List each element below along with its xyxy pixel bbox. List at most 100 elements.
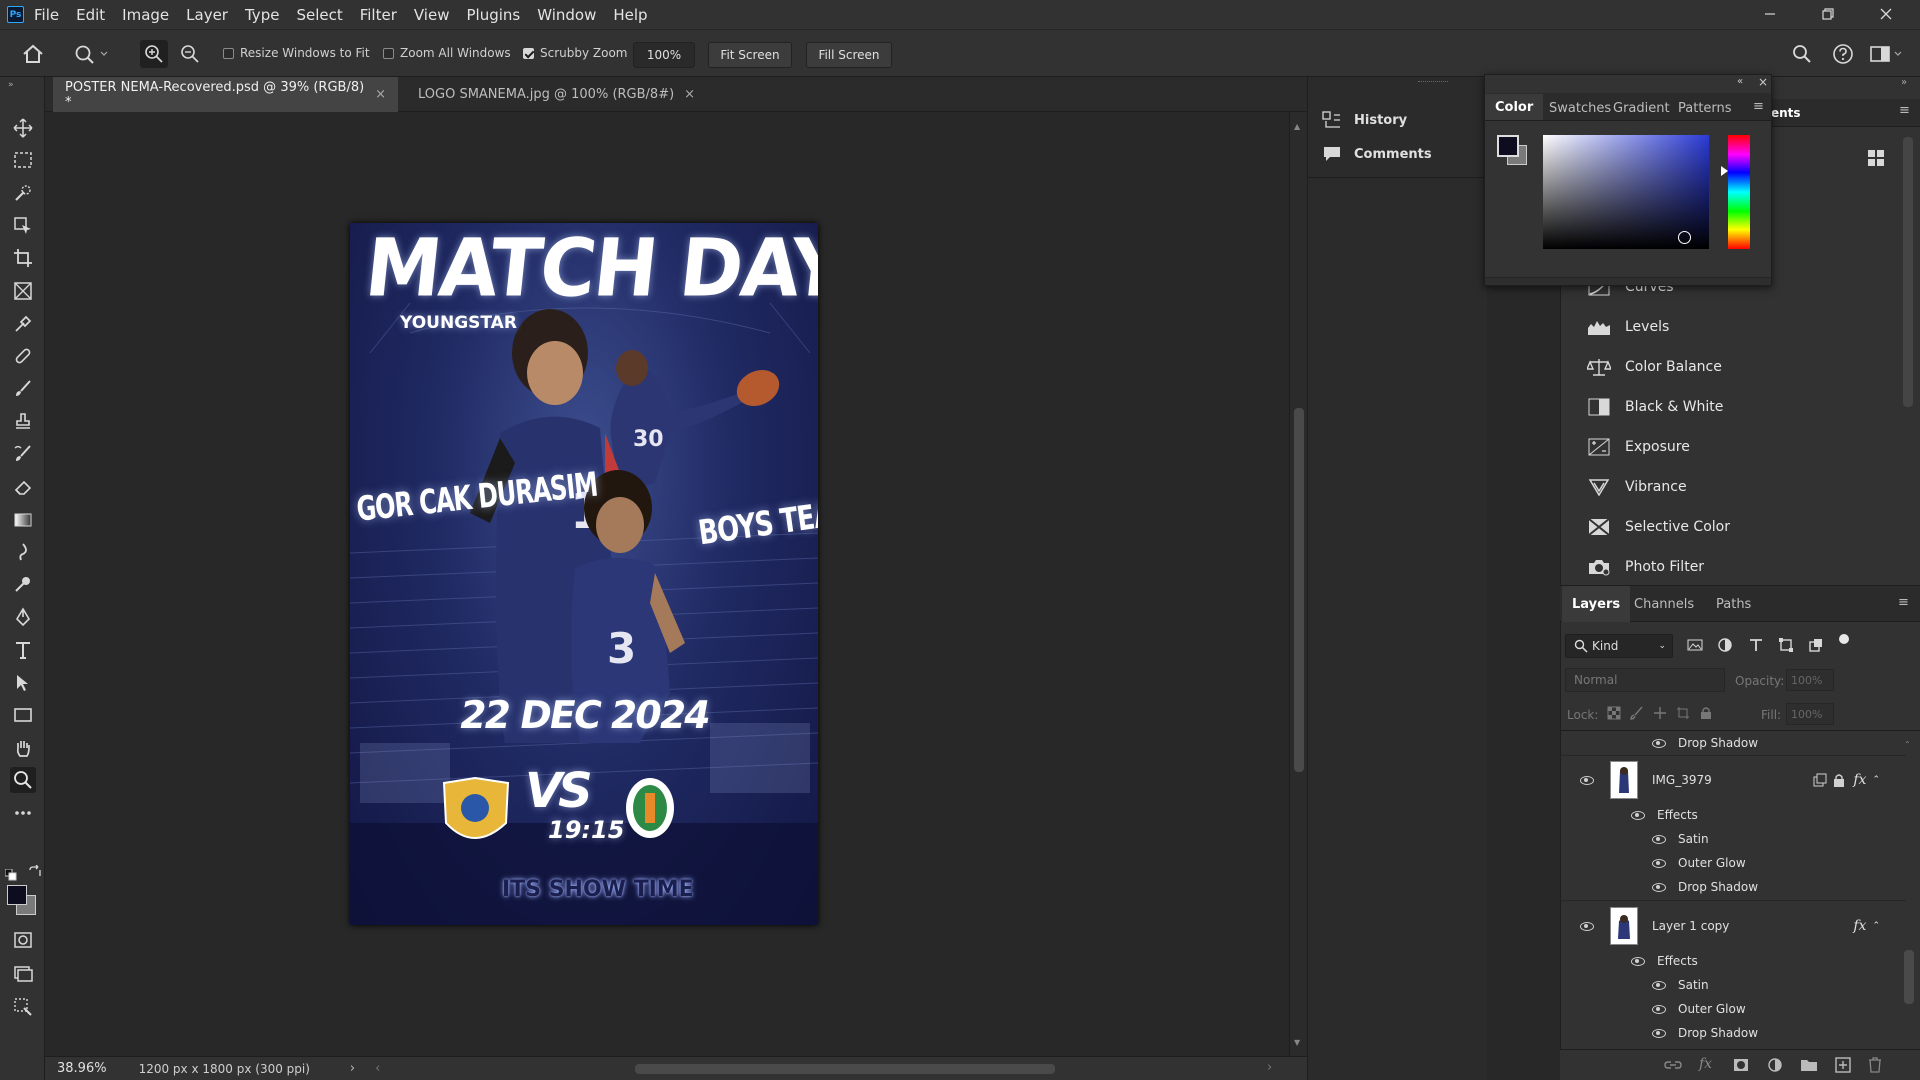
object-selection-tool[interactable] (10, 213, 36, 239)
color-field[interactable] (1543, 135, 1709, 249)
effects-header-row[interactable]: Effects (1562, 805, 1898, 825)
eye-icon[interactable] (1631, 810, 1645, 820)
default-colors-icon[interactable] (4, 866, 17, 885)
status-expand-icon[interactable]: › (350, 1061, 355, 1076)
eraser-tool[interactable] (10, 474, 36, 500)
lock-all-icon[interactable] (1699, 706, 1713, 720)
history-brush-tool[interactable] (10, 441, 36, 467)
hand-tool[interactable] (10, 735, 36, 761)
filter-smart-object-icon[interactable] (1808, 637, 1824, 657)
adjustment-exposure[interactable]: Exposure (1587, 437, 1690, 457)
menu-select[interactable]: Select (296, 6, 342, 24)
drag-handle[interactable] (1418, 81, 1448, 84)
blur-tool[interactable] (10, 539, 36, 565)
adjustment-vibrance[interactable]: Vibrance (1587, 477, 1687, 497)
scroll-up-icon[interactable]: ⌃ (1904, 740, 1911, 749)
screen-mode-button[interactable] (10, 960, 36, 986)
new-adjustment-icon[interactable] (1767, 1057, 1783, 1073)
new-layer-icon[interactable] (1835, 1057, 1851, 1073)
zoom-level[interactable]: 38.96% (57, 1061, 107, 1076)
layer-row-img-3979[interactable]: IMG_3979 fx ⌃ (1562, 758, 1898, 802)
adjustment-photo-filter[interactable]: Photo Filter (1587, 557, 1704, 577)
eye-icon[interactable] (1652, 1004, 1666, 1014)
eye-icon[interactable] (1652, 834, 1666, 844)
zoom-out-button[interactable] (180, 44, 200, 68)
panel-menu-icon[interactable]: ≡ (1899, 103, 1910, 118)
zoom-value-field[interactable]: 100% (633, 42, 695, 68)
tab-paths[interactable]: Paths (1706, 586, 1761, 622)
clone-stamp-tool[interactable] (10, 409, 36, 435)
lock-position-icon[interactable] (1653, 706, 1667, 720)
layers-scroll-thumb[interactable] (1904, 950, 1914, 1004)
layers-scrollbar[interactable]: ⌃ (1904, 740, 1914, 1040)
minimize-button[interactable] (1750, 3, 1790, 25)
eye-icon[interactable] (1580, 921, 1594, 931)
comments-panel-button[interactable]: Comments (1322, 145, 1432, 163)
home-button[interactable] (22, 44, 44, 68)
tab-color[interactable]: Color (1485, 94, 1544, 120)
close-panel-icon[interactable]: × (1758, 75, 1768, 89)
adjustment-levels[interactable]: Levels (1587, 317, 1669, 337)
eye-icon[interactable] (1652, 980, 1666, 990)
layer-kind-filter[interactable]: Kind ⌄ (1565, 634, 1673, 658)
menu-view[interactable]: View (414, 6, 450, 24)
scroll-down-icon[interactable]: ▼ (1294, 1038, 1300, 1047)
fx-badge[interactable]: fx (1853, 918, 1866, 934)
new-group-icon[interactable] (1800, 1058, 1818, 1072)
eye-icon[interactable] (1652, 1028, 1666, 1038)
collapse-dock-icon[interactable]: » (1901, 77, 1907, 88)
eye-icon[interactable] (1652, 858, 1666, 868)
effect-row[interactable]: Drop Shadow (1562, 877, 1898, 897)
filter-shape-icon[interactable] (1778, 637, 1794, 657)
scroll-up-icon[interactable]: ▲ (1294, 122, 1300, 131)
effect-row[interactable]: Drop Shadow (1562, 733, 1898, 753)
menu-window[interactable]: Window (537, 6, 596, 24)
fit-screen-button[interactable]: Fit Screen (708, 42, 792, 68)
menu-layer[interactable]: Layer (186, 6, 228, 24)
effect-row[interactable]: Outer Glow (1562, 853, 1898, 873)
pen-tool[interactable] (10, 604, 36, 630)
history-panel-button[interactable]: History (1322, 111, 1407, 129)
collapse-effects-icon[interactable]: ⌃ (1872, 775, 1880, 785)
collapse-toolbar-icon[interactable]: » (8, 80, 14, 90)
adjustments-tab-fragment[interactable]: ents (1771, 106, 1801, 120)
menu-plugins[interactable]: Plugins (466, 6, 520, 24)
edit-toolbar-button[interactable] (10, 800, 36, 826)
menu-help[interactable]: Help (613, 6, 647, 24)
lock-artboard-icon[interactable] (1676, 706, 1690, 720)
workspace-button[interactable] (1870, 45, 1906, 67)
add-mask-icon[interactable] (1733, 1058, 1749, 1072)
zoom-all-checkbox[interactable]: Zoom All Windows (383, 46, 511, 60)
color-foreground-swatch[interactable] (1497, 135, 1519, 157)
add-style-icon[interactable]: fx (1699, 1056, 1712, 1072)
vertical-scrollbar[interactable]: ▲ ▼ (1289, 112, 1307, 1056)
eye-icon[interactable] (1580, 775, 1594, 785)
fill-screen-button[interactable]: Fill Screen (806, 42, 892, 68)
filter-adjustment-icon[interactable] (1717, 637, 1733, 657)
adjustment-black-white[interactable]: Black & White (1587, 397, 1723, 417)
zoom-in-button[interactable] (140, 40, 168, 68)
eye-icon[interactable] (1652, 738, 1666, 748)
tab-layers[interactable]: Layers (1562, 586, 1631, 622)
scroll-right-icon[interactable]: › (1267, 1060, 1272, 1075)
scrubby-zoom-checkbox[interactable]: Scrubby Zoom (523, 46, 628, 60)
frame-tool[interactable] (10, 278, 36, 304)
crop-tool[interactable] (10, 245, 36, 271)
lock-transparent-icon[interactable] (1607, 706, 1621, 720)
eyedropper-tool[interactable] (10, 311, 36, 337)
hue-slider-marker[interactable] (1721, 166, 1728, 176)
grid-view-icon[interactable] (1867, 149, 1885, 171)
path-selection-tool[interactable] (10, 670, 36, 696)
tab-gradient[interactable]: Gradient (1613, 95, 1670, 121)
vertical-scroll-thumb[interactable] (1294, 408, 1304, 772)
collapse-effects-icon[interactable]: ⌃ (1872, 921, 1880, 931)
eye-icon[interactable] (1652, 882, 1666, 892)
menu-image[interactable]: Image (122, 6, 169, 24)
brush-tool[interactable] (10, 376, 36, 402)
layer-row-layer-1-copy[interactable]: Layer 1 copy fx ⌃ (1562, 904, 1898, 948)
quick-selection-tool[interactable] (10, 180, 36, 206)
swap-colors-icon[interactable] (28, 864, 42, 883)
horizontal-scroll-thumb[interactable] (635, 1064, 1055, 1074)
type-tool[interactable] (10, 637, 36, 663)
eye-icon[interactable] (1631, 956, 1645, 966)
